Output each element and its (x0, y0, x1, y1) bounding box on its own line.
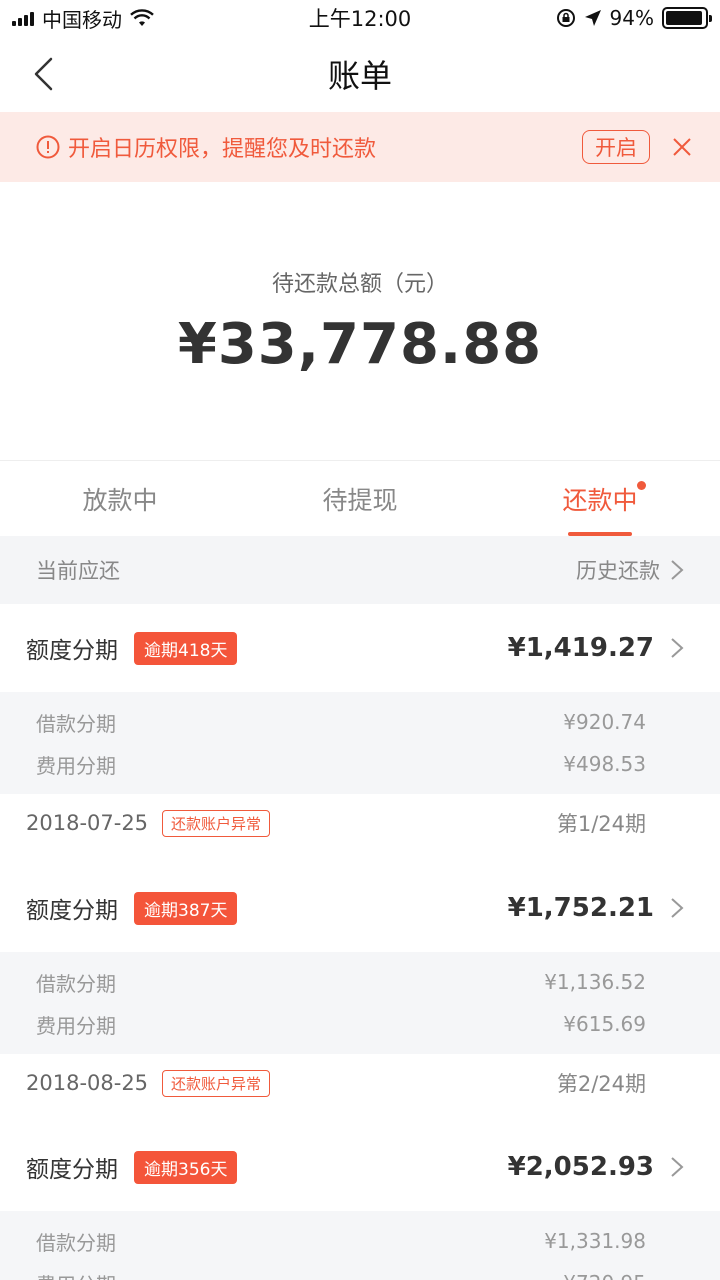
chevron-right-icon (671, 1157, 684, 1177)
rotation-lock-icon (556, 9, 575, 27)
overdue-badge: 逾期356天 (134, 1150, 238, 1184)
wifi-icon (130, 9, 154, 26)
detail-row: 借款分期 ¥1,136.52 (36, 961, 646, 1003)
status-right: 94% (556, 6, 712, 30)
bill-title: 额度分期 (26, 1157, 118, 1183)
battery-icon (662, 7, 712, 29)
total-due-label: 待还款总额（元） (271, 272, 448, 297)
detail-value: ¥920.74 (563, 710, 646, 734)
bill-amount: ¥2,052.93 (507, 1152, 654, 1182)
chevron-right-icon (671, 898, 684, 918)
battery-percent: 94% (609, 6, 654, 30)
total-due-summary: 待还款总额（元） ¥33,778.88 (0, 182, 720, 460)
installment-period: 第2/24期 (556, 1072, 646, 1096)
detail-label: 费用分期 (36, 1269, 116, 1280)
history-label: 历史还款 (576, 559, 660, 583)
tab-label: 待提现 (322, 485, 398, 515)
status-left: 中国移动 (12, 4, 154, 33)
banner-text: 开启日历权限，提醒您及时还款 (68, 137, 377, 162)
detail-value: ¥1,136.52 (544, 970, 646, 994)
enable-button[interactable]: 开启 (582, 130, 650, 164)
bill-header[interactable]: 额度分期 逾期356天 ¥2,052.93 (0, 1123, 720, 1211)
tab-pending-withdrawal[interactable]: 待提现 (240, 461, 480, 536)
overdue-badge: 逾期387天 (134, 891, 238, 925)
history-repayments-link[interactable]: 历史还款 (576, 555, 684, 585)
due-date: 2018-07-25 (26, 811, 149, 835)
detail-value: ¥615.69 (563, 1012, 646, 1036)
installment-period: 第1/24期 (556, 812, 646, 836)
back-arrow-icon[interactable] (26, 54, 66, 94)
account-status-badge: 还款账户异常 (162, 1069, 271, 1097)
detail-value: ¥720.95 (563, 1271, 646, 1280)
battery-level (666, 11, 702, 25)
detail-row: 费用分期 ¥720.95 (36, 1262, 646, 1280)
close-icon[interactable] (670, 135, 694, 159)
bill-amount: ¥1,752.21 (507, 893, 654, 923)
overdue-badge: 逾期418天 (134, 631, 238, 665)
tab-label: 还款中 (562, 485, 638, 515)
bill-amount: ¥1,419.27 (507, 633, 654, 663)
bill-details: 借款分期 ¥920.74 费用分期 ¥498.53 (0, 692, 720, 794)
tab-repaying[interactable]: 还款中 (480, 461, 720, 536)
bill-card: 额度分期 逾期387天 ¥1,752.21 借款分期 ¥1,136.52 费用分… (0, 864, 720, 1128)
section-header: 当前应还 历史还款 (0, 536, 720, 604)
bill-footer: 2018-08-25 还款账户异常 第2/24期 (0, 1054, 720, 1112)
carrier-name: 中国移动 (42, 7, 122, 32)
detail-value: ¥498.53 (563, 752, 646, 776)
signal-icon (12, 10, 34, 26)
detail-row: 借款分期 ¥1,331.98 (36, 1220, 646, 1262)
chevron-right-icon (671, 560, 684, 580)
tab-label: 放款中 (82, 485, 158, 515)
status-tabs: 放款中 待提现 还款中 (0, 460, 720, 536)
bill-details: 借款分期 ¥1,331.98 费用分期 ¥720.95 (0, 1211, 720, 1280)
bill-card: 额度分期 逾期418天 ¥1,419.27 借款分期 ¥920.74 费用分期 … (0, 604, 720, 868)
detail-row: 费用分期 ¥498.53 (36, 743, 646, 785)
detail-row: 借款分期 ¥920.74 (36, 701, 646, 743)
detail-label: 借款分期 (36, 711, 116, 736)
total-due-amount: ¥33,778.88 (177, 312, 543, 377)
detail-value: ¥1,331.98 (544, 1229, 646, 1253)
detail-label: 费用分期 (36, 753, 116, 778)
status-bar: 中国移动 上午12:00 94% (0, 0, 720, 36)
bill-footer: 2018-07-25 还款账户异常 第1/24期 (0, 794, 720, 852)
notification-dot (637, 481, 646, 490)
detail-label: 费用分期 (36, 1013, 116, 1038)
tab-disbursing[interactable]: 放款中 (0, 461, 240, 536)
detail-row: 费用分期 ¥615.69 (36, 1003, 646, 1045)
bill-header[interactable]: 额度分期 逾期387天 ¥1,752.21 (0, 864, 720, 952)
section-title: 当前应还 (36, 559, 120, 583)
due-date: 2018-08-25 (26, 1071, 149, 1095)
warning-icon (36, 135, 60, 159)
bill-header[interactable]: 额度分期 逾期418天 ¥1,419.27 (0, 604, 720, 692)
bill-card: 额度分期 逾期356天 ¥2,052.93 借款分期 ¥1,331.98 费用分… (0, 1123, 720, 1280)
bill-title: 额度分期 (26, 898, 118, 924)
location-arrow-icon (584, 10, 601, 26)
detail-label: 借款分期 (36, 971, 116, 996)
bill-title: 额度分期 (26, 638, 118, 664)
bill-details: 借款分期 ¥1,136.52 费用分期 ¥615.69 (0, 952, 720, 1054)
account-status-badge: 还款账户异常 (162, 809, 271, 837)
page-title: 账单 (327, 57, 392, 95)
calendar-permission-banner: 开启日历权限，提醒您及时还款 开启 (0, 112, 720, 182)
nav-bar: 账单 (0, 36, 720, 112)
detail-label: 借款分期 (36, 1230, 116, 1255)
chevron-right-icon (671, 638, 684, 658)
